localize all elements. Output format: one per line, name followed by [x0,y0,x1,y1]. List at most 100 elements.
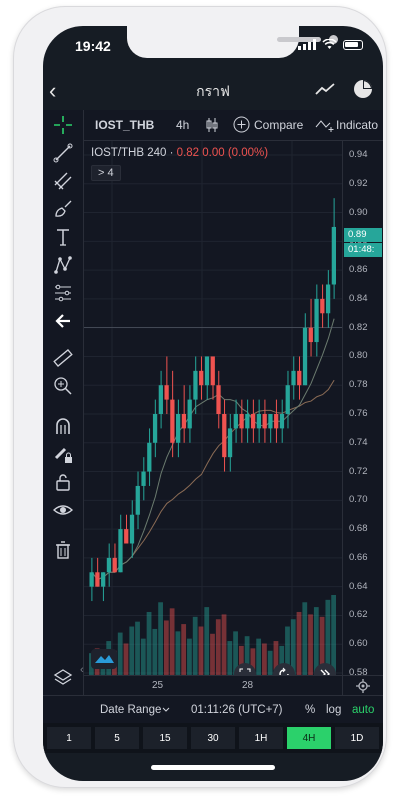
date-range-button[interactable]: Date Range [100,704,161,716]
time-axis[interactable]: 25 28 [84,675,342,696]
unlock-tool[interactable] [51,470,75,494]
chevron-down-icon [162,707,170,712]
volume-bar [192,616,198,675]
app-screen: 19:42 ‹ กราฟ IOST_THB 4h Compare Indicat… [43,26,383,781]
volume-bar [187,638,192,675]
legend-period: 240 [147,147,167,159]
pattern-icon [54,256,72,274]
candle-body [112,557,117,573]
candle-body [135,485,140,515]
candle-body [268,414,273,429]
auto-toggle[interactable]: auto [352,704,374,716]
delete-drawings-tool[interactable] [51,538,75,562]
moving-average-line [91,379,335,581]
candle-body [222,414,227,458]
timeframe-selector: 1 5 15 30 1H 4H 1D [43,723,383,753]
collapse-tools-button[interactable] [51,309,75,333]
lock-drawings-tool[interactable] [51,442,75,466]
arrow-left-icon [55,314,70,328]
trash-icon [56,541,70,559]
candle-body [170,399,175,443]
timeframe-15[interactable]: 15 [143,727,187,749]
price-tick: 0.64 [349,580,368,592]
indicators-icon[interactable] [315,118,335,132]
candle-body [245,414,250,429]
price-tick: 0.76 [349,408,368,419]
candle-body [152,414,158,443]
timeframe-1[interactable]: 1 [47,727,91,749]
line-chart-icon[interactable] [315,82,335,96]
price-tick: 0.92 [349,177,368,189]
candle-body [256,414,262,429]
volume-bar [267,650,273,675]
zoom-in-icon [54,377,72,395]
pattern-tool[interactable] [51,253,75,277]
candle-body [239,414,244,429]
price-tick: 0.72 [349,465,368,477]
volume-bar [158,602,163,675]
visibility-tool[interactable] [51,498,75,522]
timeframe-4h[interactable]: 4H [287,727,331,749]
timeframe-30[interactable]: 30 [191,727,235,749]
candles-icon[interactable] [206,117,218,133]
candle-body [210,356,215,386]
volume-bar [296,611,302,675]
timeframe-5[interactable]: 5 [95,727,139,749]
volume-bar [123,643,129,675]
volume-bar [169,608,175,675]
interval-selector[interactable]: 4h [176,118,189,132]
volume-bar [210,633,215,675]
pencil-lock-icon [54,447,72,463]
candle-body [181,414,187,429]
ruler-tool[interactable] [51,346,75,370]
indicators-collapse-button[interactable]: > 4 [91,165,121,181]
symbol-selector[interactable]: IOST_THB [95,118,154,132]
volume-bar [152,628,158,675]
object-tree-tool[interactable] [51,666,75,690]
volume-bar [198,626,204,675]
fib-tool[interactable] [51,169,75,193]
price-axis[interactable]: 0.58 0.60 0.62 0.64 0.66 0.68 0.70 0.72 0.74 0.76… [342,141,383,678]
trend-line-tool[interactable] [51,141,75,165]
legend-value: 0.82 [176,147,200,159]
timeframe-1h[interactable]: 1H [239,727,283,749]
volume-bar [215,619,221,675]
compare-plus-icon[interactable] [233,116,250,133]
forecast-tool[interactable] [51,281,75,305]
candle-body [193,370,198,400]
volume-bar [117,632,123,675]
price-chart[interactable]: IOST/THB 240 · 0.82 0.00 (0.00%) > 4 ‹ [80,141,342,685]
last-price-label: 0.89 [344,228,382,242]
eye-icon [53,505,73,515]
magnet-tool[interactable] [51,414,75,438]
candlestick-chart[interactable] [84,141,342,675]
candle-body [95,572,100,587]
home-indicator[interactable] [151,765,275,770]
tradingview-logo[interactable] [91,649,117,669]
percent-toggle[interactable]: % [305,704,315,716]
chart-settings-button[interactable] [342,675,383,696]
compare-button[interactable]: Compare [254,118,303,132]
candle-body [164,385,169,400]
candle-body [101,572,106,587]
utc-clock[interactable]: 01:11:26 (UTC+7) [191,704,283,716]
text-tool[interactable] [51,225,75,249]
price-tick: 0.68 [349,523,368,535]
nav-actions [315,79,373,99]
crosshair-tool[interactable] [51,113,75,137]
text-icon [57,229,69,246]
fib-icon [54,172,72,190]
zoom-tool[interactable] [51,374,75,398]
timeframe-1d[interactable]: 1D [335,727,379,749]
pie-chart-icon[interactable] [353,79,373,99]
legend-pair: IOST/THB [91,147,145,159]
price-tick: 0.82 [349,321,368,333]
volume-bar [140,638,146,675]
indicators-button[interactable]: Indicato [336,118,378,132]
log-toggle[interactable]: log [326,704,341,716]
volume-bar [221,614,227,675]
price-tick: 0.80 [349,350,368,362]
brush-tool[interactable] [51,197,75,221]
candle-body [297,370,302,386]
time-tick: 28 [242,680,254,691]
